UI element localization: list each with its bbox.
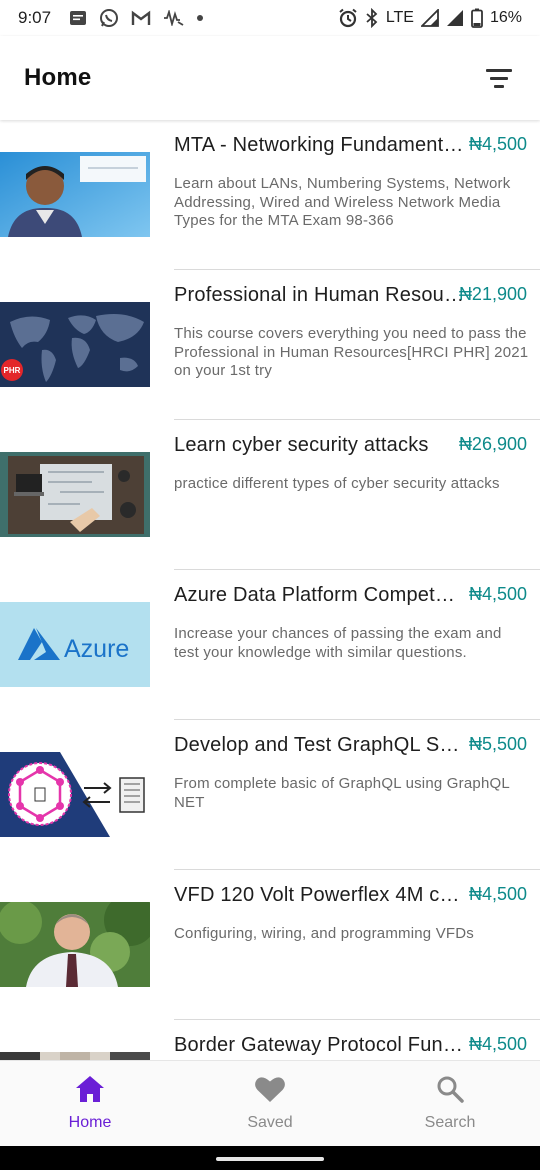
signal-icon-2 [446, 9, 464, 27]
status-right: LTE 16% [338, 8, 522, 28]
thumb-badge-text: PHR [4, 366, 21, 375]
course-thumbnail [0, 752, 150, 837]
filter-icon-line-3 [494, 84, 504, 88]
course-title: Learn cyber security attacks [174, 434, 429, 456]
course-title: Develop and Test GraphQL Services [174, 734, 466, 756]
status-bar: 9:07 LTE 16% [0, 0, 540, 36]
course-row[interactable]: VFD 120 Volt Powerflex 4M course ₦4,500 … [0, 870, 540, 1020]
course-row-content: VFD 120 Volt Powerflex 4M course ₦4,500 … [174, 870, 540, 1020]
heart-icon [254, 1075, 286, 1108]
course-title: Professional in Human Resources [174, 284, 466, 306]
course-row[interactable]: Develop and Test GraphQL Services ₦5,500… [0, 720, 540, 870]
status-time: 9:07 [18, 8, 52, 27]
course-row[interactable]: Azure Azure Data Platform Competency ₦4,… [0, 570, 540, 720]
system-gesture-bar [0, 1146, 540, 1170]
network-type: LTE [385, 9, 414, 26]
course-thumbnail: PHR [0, 302, 150, 387]
page-title: Home [24, 64, 92, 91]
filter-icon-line-2 [490, 76, 508, 80]
course-price: ₦4,500 [468, 1034, 527, 1054]
course-title: Azure Data Platform Competency [174, 584, 466, 606]
status-left: 9:07 [18, 8, 204, 28]
search-icon [436, 1075, 464, 1108]
course-title: VFD 120 Volt Powerflex 4M course [174, 884, 466, 906]
course-price: ₦5,500 [468, 734, 527, 754]
app-bar: Home [0, 36, 540, 120]
course-price: ₦4,500 [468, 584, 527, 604]
nav-search-label: Search [424, 1114, 476, 1131]
course-description: Increase your chances of passing the exa… [174, 625, 502, 661]
whatsapp-icon [99, 8, 119, 28]
notification-dot [197, 15, 204, 21]
course-description: Configuring, wiring, and programming VFD… [174, 925, 474, 942]
course-row[interactable]: Border Gateway Protocol Fundamentals ₦4,… [0, 1020, 540, 1060]
nav-search[interactable]: Search [360, 1061, 540, 1146]
signal-icon [420, 9, 439, 27]
course-description: From complete basic of GraphQL using Gra… [174, 775, 510, 811]
home-gesture-handle[interactable] [216, 1157, 324, 1161]
thumb-azure-text: Azure [64, 635, 129, 663]
course-thumbnail: Azure [0, 602, 150, 687]
course-price: ₦26,900 [458, 434, 527, 454]
bottom-nav: Home Saved Search [0, 1060, 540, 1146]
bluetooth-icon [365, 8, 379, 28]
course-title: Border Gateway Protocol Fundamentals [174, 1034, 466, 1056]
gmail-icon [131, 10, 151, 26]
battery-level: 16% [489, 9, 522, 26]
course-row-content: Azure Data Platform Competency ₦4,500 In… [174, 570, 540, 720]
course-row[interactable]: PHR Professional in Human Resources ₦21,… [0, 270, 540, 420]
home-icon [75, 1075, 105, 1108]
course-description: This course covers everything you need t… [174, 325, 529, 379]
nav-saved-label: Saved [247, 1114, 293, 1131]
course-row[interactable]: MTA - Networking Fundamentals ₦4,500 Lea… [0, 120, 540, 270]
course-row-content: Professional in Human Resources ₦21,900 … [174, 270, 540, 420]
course-row-content: Border Gateway Protocol Fundamentals ₦4,… [174, 1020, 540, 1060]
course-description: practice different types of cyber securi… [174, 475, 500, 492]
course-row[interactable]: Learn cyber security attacks ₦26,900 pra… [0, 420, 540, 570]
course-row-content: Develop and Test GraphQL Services ₦5,500… [174, 720, 540, 870]
course-thumbnail [0, 902, 150, 987]
course-thumbnail [0, 452, 150, 537]
alarm-icon [338, 8, 358, 28]
nav-saved[interactable]: Saved [180, 1061, 360, 1146]
nav-home-label: Home [68, 1114, 112, 1131]
message-icon [69, 10, 87, 26]
course-title: MTA - Networking Fundamentals [174, 134, 466, 156]
battery-icon [471, 8, 483, 28]
course-thumbnail [0, 1052, 150, 1060]
filter-icon [486, 68, 512, 72]
course-row-content: Learn cyber security attacks ₦26,900 pra… [174, 420, 540, 570]
filter-button[interactable] [482, 61, 516, 95]
course-price: ₦4,500 [468, 884, 527, 904]
course-price: ₦21,900 [458, 284, 527, 304]
course-row-content: MTA - Networking Fundamentals ₦4,500 Lea… [174, 120, 540, 270]
course-thumbnail [0, 152, 150, 237]
course-list: MTA - Networking Fundamentals ₦4,500 Lea… [0, 120, 540, 1060]
nav-home[interactable]: Home [0, 1061, 180, 1146]
course-description: Learn about LANs, Numbering Systems, Net… [174, 175, 511, 229]
course-price: ₦4,500 [468, 134, 527, 154]
activity-icon [163, 10, 185, 26]
